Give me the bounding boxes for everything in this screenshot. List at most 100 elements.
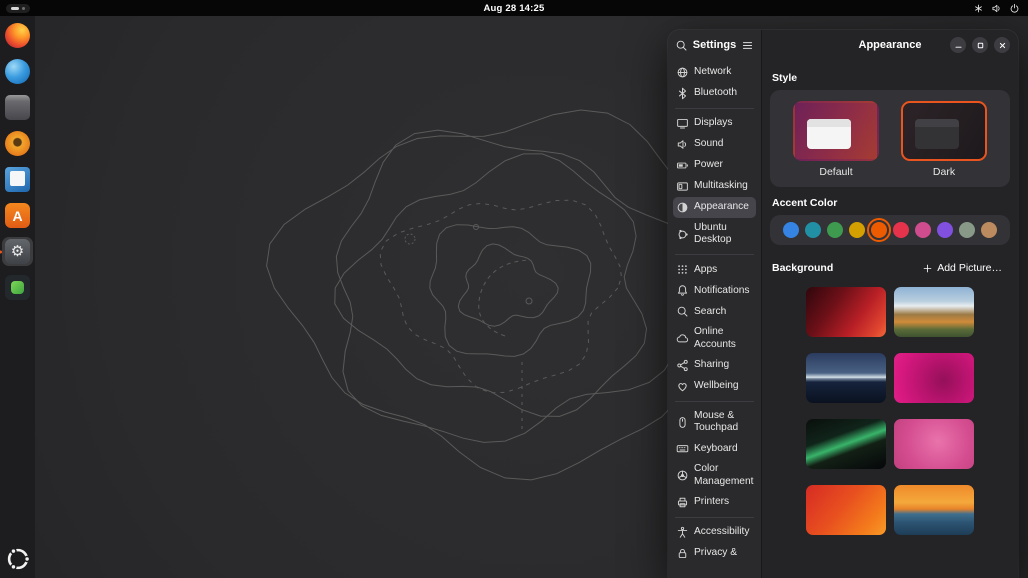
wallpaper-thumb-pink-contours[interactable] [894,419,974,469]
wallpaper-thumb-red-fold[interactable] [806,287,886,337]
accent-color-yellow[interactable] [849,222,865,238]
maximize-button[interactable] [972,37,988,53]
add-picture-button[interactable]: Add Picture… [916,259,1008,277]
sidebar-item-search[interactable]: Search [673,301,756,322]
status-asterisk-icon[interactable] [973,3,984,14]
system-tray[interactable] [968,0,1025,16]
accent-section-label: Accent Color [772,197,1008,209]
sidebar-item-online-accounts[interactable]: Online Accounts [673,322,756,354]
multitasking-icon [676,180,689,193]
sidebar-item-printers[interactable]: Printers [673,492,756,513]
wallpaper-thumb-autumn-mountains[interactable] [894,287,974,337]
sidebar-item-label: Online Accounts [694,326,753,350]
accent-color-bark[interactable] [981,222,997,238]
search-icon [676,305,689,318]
settings-window: Settings NetworkBluetoothDisplaysSoundPo… [668,30,1018,578]
displays-icon [676,117,689,130]
style-option-dark[interactable]: Dark [901,101,987,178]
accent-color-sage[interactable] [959,222,975,238]
sidebar-item-label: Keyboard [694,443,738,455]
style-option-label: Default [819,166,852,178]
sidebar-item-multitasking[interactable]: Multitasking [673,176,756,197]
sidebar-item-mouse-touchpad[interactable]: Mouse & Touchpad [673,406,756,438]
appearance-icon [676,201,689,214]
mouse-icon [676,416,689,429]
sidebar-item-wellbeing[interactable]: Wellbeing [673,376,756,397]
dock-item-appcenter[interactable]: A [2,201,33,230]
sidebar-item-label: Wellbeing [694,380,739,392]
notifications-icon [676,284,689,297]
appcenter-icon: A [5,203,30,228]
accent-color-green[interactable] [827,222,843,238]
show-apps-button[interactable] [5,546,31,572]
accent-color-magenta[interactable] [915,222,931,238]
sidebar-item-keyboard[interactable]: Keyboard [673,438,756,459]
top-bar: Aug 28 14:25 [0,0,1028,16]
sidebar-item-label: Accessibility [694,526,749,538]
content-scroll-area[interactable]: Style DefaultDark Accent Color Backgroun… [762,60,1018,578]
sidebar-item-label: Search [694,306,726,318]
sidebar-item-label: Apps [694,264,717,276]
sidebar-item-sharing[interactable]: Sharing [673,355,756,376]
sidebar-item-appearance[interactable]: Appearance [673,197,756,218]
sidebar-nav: Network Bluetooth Displays Sound Power Multit… [668,60,761,578]
sidebar-item-label: Power [694,159,723,171]
sidebar-item-label: Color Management [694,463,753,487]
wellbeing-icon [676,380,689,393]
wallpaper-thumb-desert-camels[interactable] [894,485,974,535]
power-button-icon[interactable] [1009,3,1020,14]
dock-item-writer[interactable] [2,165,33,194]
sidebar-item-power[interactable]: Power [673,155,756,176]
style-section-label: Style [772,72,1008,84]
music-icon [5,131,30,156]
dock-item-music[interactable] [2,129,33,158]
apps-icon [676,263,689,276]
minimize-button[interactable] [950,37,966,53]
accent-color-orange[interactable] [871,222,887,238]
sidebar-item-network[interactable]: Network [673,62,756,83]
settings-icon: ⚙ [5,239,30,264]
dock-item-files[interactable] [2,93,33,122]
sidebar-item-label: Multitasking [694,180,748,192]
ubuntu-logo-icon [5,546,31,572]
sidebar-item-label: Displays [694,117,733,129]
firefox-icon [5,23,30,48]
dock-item-firefox[interactable] [2,21,33,50]
wallpaper-thumb-ocean-dusk[interactable] [806,353,886,403]
accent-color-purple[interactable] [937,222,953,238]
volume-icon[interactable] [991,3,1002,14]
sidebar-item-notifications[interactable]: Notifications [673,280,756,301]
accessibility-icon [676,526,689,539]
workspace-indicator[interactable] [6,4,30,13]
dock-item-thunderbird[interactable] [2,57,33,86]
dock: A⚙ [0,16,35,578]
sidebar-item-label: Network [694,66,731,78]
sidebar-item-ubuntu-desktop[interactable]: Ubuntu Desktop [673,218,756,250]
search-icon[interactable] [675,39,688,52]
wallpaper-thumb-aurora[interactable] [806,419,886,469]
sidebar-item-bluetooth[interactable]: Bluetooth [673,83,756,104]
wallpaper-thumb-orange-kangaroo[interactable] [806,485,886,535]
style-option-label: Dark [933,166,955,178]
dock-item-software[interactable] [2,273,33,302]
sidebar-item-displays[interactable]: Displays [673,113,756,134]
network-icon [676,66,689,79]
sidebar-item-color-management[interactable]: Color Management [673,459,756,491]
color-icon [676,469,689,482]
style-option-default[interactable]: Default [793,101,879,178]
dock-item-settings[interactable]: ⚙ [2,237,33,266]
accent-color-red[interactable] [893,222,909,238]
menu-icon[interactable] [741,39,754,52]
sidebar-item-privacy[interactable]: Privacy & [673,543,756,564]
workspace-dot [22,7,25,10]
clock[interactable]: Aug 28 14:25 [483,3,544,14]
sidebar-divider [675,254,754,255]
close-button[interactable] [994,37,1010,53]
sidebar-item-accessibility[interactable]: Accessibility [673,522,756,543]
accent-color-blue[interactable] [783,222,799,238]
sidebar-item-sound[interactable]: Sound [673,134,756,155]
files-icon [5,95,30,120]
wallpaper-thumb-magenta-kangaroo[interactable] [894,353,974,403]
sidebar-item-apps[interactable]: Apps [673,259,756,280]
accent-color-teal[interactable] [805,222,821,238]
